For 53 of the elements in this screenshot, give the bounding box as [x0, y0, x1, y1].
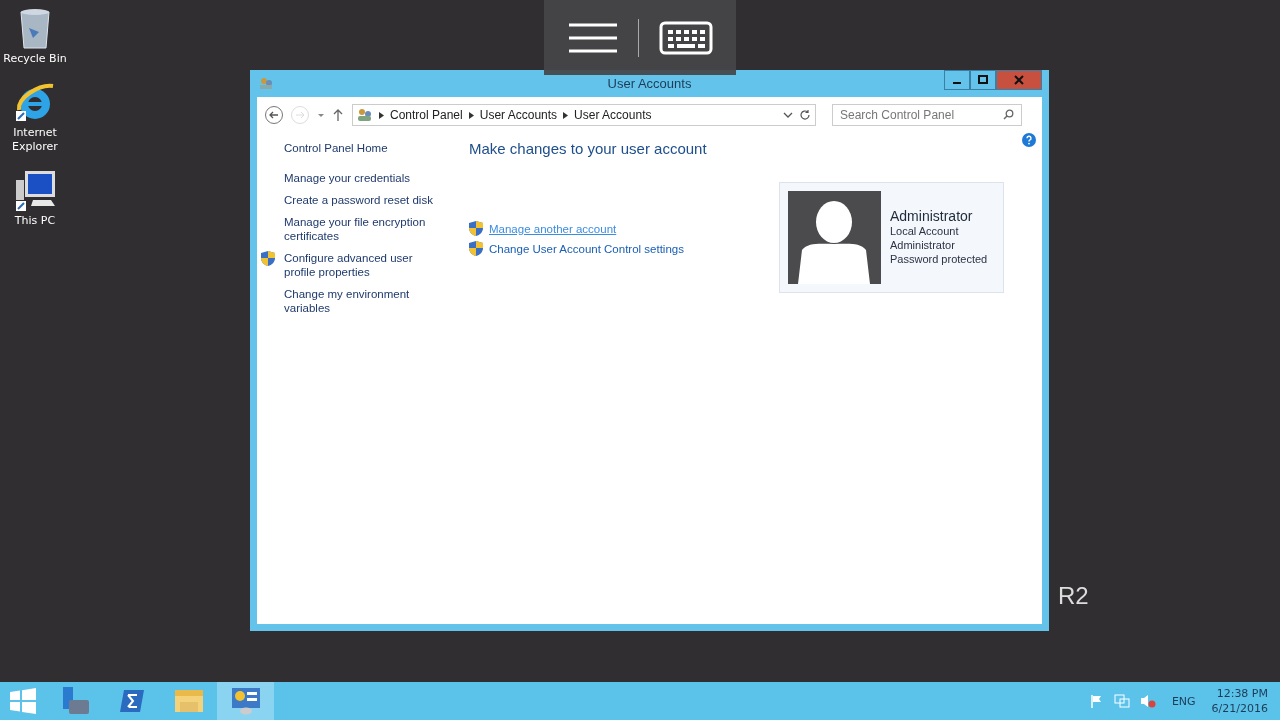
terminal-icon[interactable]: [119, 690, 144, 712]
chevron-icon: [563, 111, 569, 119]
maximize-button[interactable]: [970, 70, 996, 90]
users-icon: [357, 108, 373, 122]
desktop-icon-label: Recycle Bin: [2, 52, 68, 66]
maximize-icon[interactable]: [978, 75, 988, 85]
help-icon[interactable]: [1022, 133, 1036, 147]
desktop-icon-label: This PC: [13, 214, 57, 228]
sidebar-link[interactable]: Manage your credentials: [284, 171, 434, 185]
sidebar-link[interactable]: Manage your file encryption certificates: [284, 215, 434, 243]
sidebar-link[interactable]: Configure advanced user profile properties: [284, 251, 434, 279]
chevron-icon: [379, 111, 384, 119]
shield-icon: [469, 221, 483, 236]
users-icon: [259, 77, 273, 90]
task-link[interactable]: Change User Account Control settings: [489, 242, 684, 255]
page-heading: Make changes to your user account: [469, 140, 708, 157]
muted-speaker-icon[interactable]: [1139, 694, 1156, 708]
back-icon[interactable]: [264, 105, 284, 125]
up-arrow-icon[interactable]: [332, 108, 344, 122]
minimize-button[interactable]: [944, 70, 970, 90]
control-panel-icon[interactable]: [230, 687, 261, 715]
account-detail: Password protected: [890, 252, 988, 266]
close-icon[interactable]: [1014, 75, 1024, 85]
refresh-icon[interactable]: [799, 109, 811, 121]
menu-icon[interactable]: [567, 22, 618, 53]
address-bar[interactable]: Control Panel User Accounts User Accounts: [352, 104, 816, 126]
account-name: Administrator: [890, 208, 974, 224]
sidebar-link[interactable]: Control Panel Home: [284, 141, 434, 155]
breadcrumb[interactable]: User Accounts: [479, 108, 558, 122]
clock-time[interactable]: 12:38 PM: [1216, 686, 1268, 701]
keyboard-icon[interactable]: [658, 20, 713, 55]
recycle-bin-icon[interactable]: [17, 6, 53, 50]
close-button[interactable]: [996, 70, 1042, 90]
user-avatar-icon: [788, 191, 881, 284]
desktop-icon-label: Internet Explorer: [11, 126, 59, 154]
taskbar-app[interactable]: [217, 682, 274, 720]
sidebar-link[interactable]: Change my environment variables: [284, 287, 434, 315]
window-title: User Accounts: [607, 76, 692, 91]
search-icon[interactable]: [1003, 109, 1014, 120]
chevron-icon: [468, 111, 474, 119]
clock-date[interactable]: 6/21/2016: [1211, 701, 1268, 716]
breadcrumb[interactable]: Control Panel: [390, 108, 463, 122]
dropdown-icon[interactable]: [783, 111, 793, 119]
account-detail: Administrator: [890, 238, 956, 252]
sidebar-link[interactable]: Create a password reset disk: [284, 193, 434, 207]
task-link[interactable]: Manage another account: [489, 222, 617, 235]
search-field[interactable]: Search Control Panel: [832, 104, 1022, 126]
breadcrumb[interactable]: User Accounts: [574, 108, 652, 122]
account-detail: Local Account: [890, 224, 960, 238]
language-indicator[interactable]: ENG: [1171, 694, 1196, 708]
desktop-brand-text: R2: [1058, 582, 1089, 610]
shield-icon: [469, 241, 483, 256]
computer-icon[interactable]: [13, 168, 57, 212]
